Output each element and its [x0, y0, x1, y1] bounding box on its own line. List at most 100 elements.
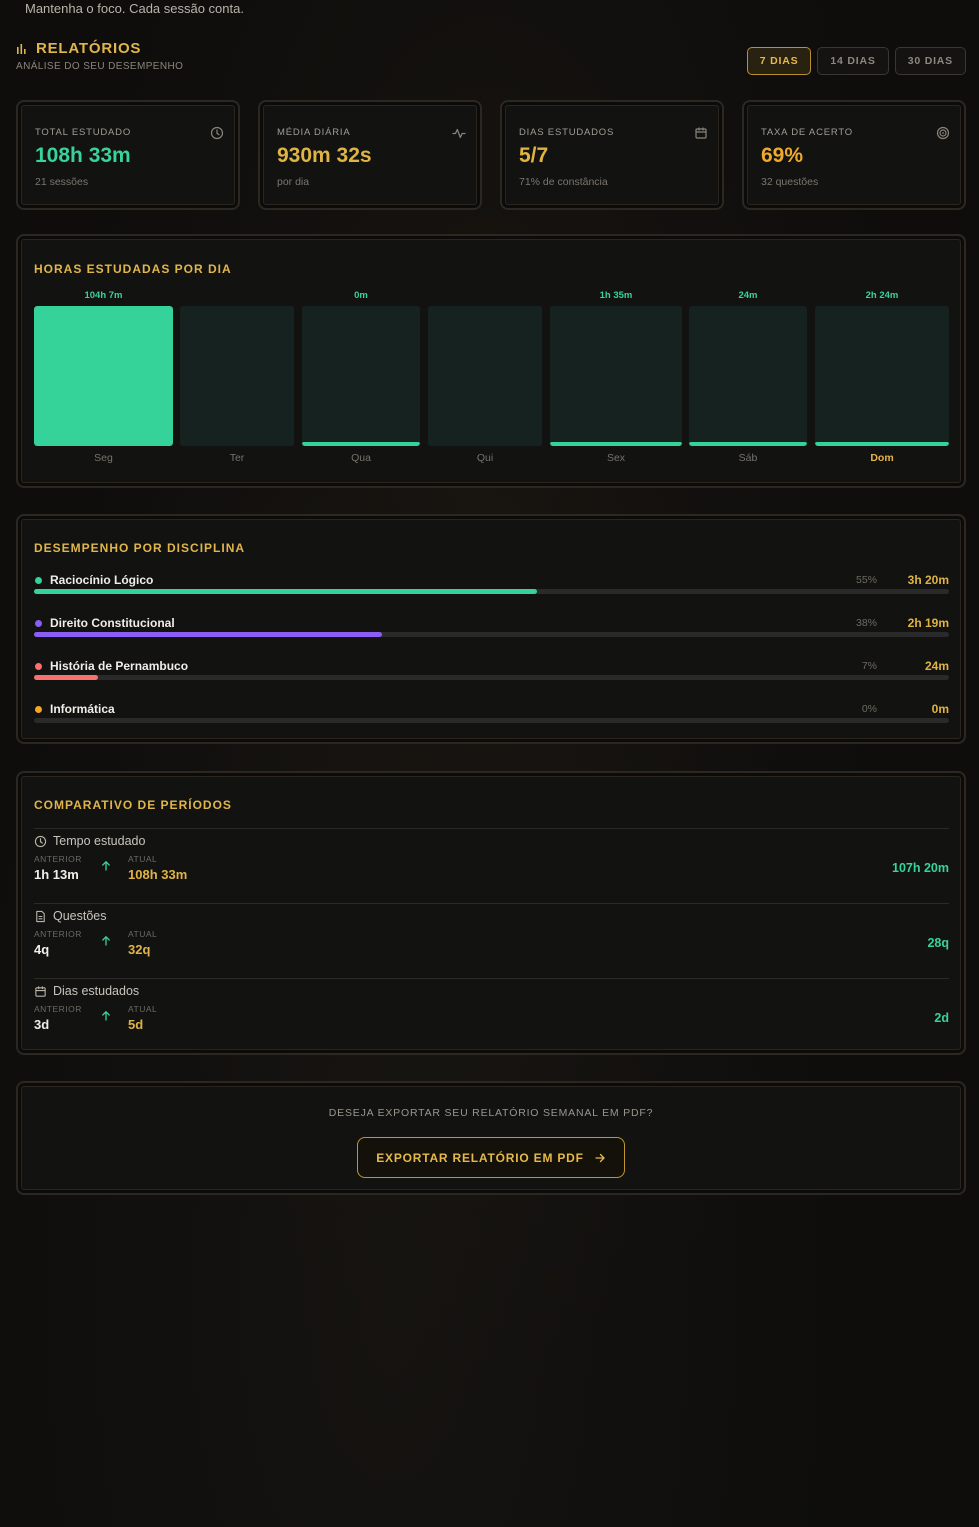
current-value: 32q — [128, 942, 151, 957]
arrow-up-icon — [102, 935, 110, 946]
bar-fill — [302, 442, 420, 446]
discipline-progress-track — [34, 675, 949, 680]
previous-value: 4q — [34, 942, 50, 957]
previous-label: ANTERIOR — [34, 1004, 82, 1014]
discipline-progress-track — [34, 718, 949, 723]
bar-value-label: 2h 24m — [865, 290, 899, 301]
bar-day-label: Ter — [229, 452, 245, 464]
stat-label: DIAS ESTUDADOS — [519, 127, 615, 138]
discipline-time: 3h 20m — [907, 573, 949, 587]
bar-day-1: Ter — [180, 290, 294, 468]
stat-value: 108h 33m — [35, 144, 131, 167]
previous-label: ANTERIOR — [34, 929, 82, 939]
discipline-row: História de Pernambuco 7% 24m — [34, 659, 949, 689]
export-card: DESEJA EXPORTAR SEU RELATÓRIO SEMANAL EM… — [16, 1081, 966, 1195]
stat-card-average: MÉDIA DIÁRIA 930m 32s por dia — [258, 100, 482, 210]
discipline-name: Informática — [50, 702, 115, 716]
comparison-row-time: Tempo estudado ANTERIOR 1h 13m ATUAL 108… — [34, 828, 949, 903]
stat-sub: 71% de constância — [519, 176, 608, 188]
hours-bar-chart: 104h 7m Seg Ter 0m Qua Qui 1h 35m Sex 24m Sáb 2h 2… — [34, 290, 949, 468]
discipline-time: 0m — [931, 702, 949, 716]
discipline-progress-track — [34, 589, 949, 594]
stat-label: TAXA DE ACERTO — [761, 127, 853, 138]
current-label: ATUAL — [128, 1004, 158, 1014]
hours-chart-title: HORAS ESTUDADAS POR DIA — [34, 262, 232, 276]
bar-value-label: 24m — [738, 290, 758, 301]
comparison-card: COMPARATIVO DE PERÍODOS Tempo estudado A… — [16, 771, 966, 1055]
bar-day-6: 2h 24m Dom — [815, 290, 949, 468]
discipline-row: Informática 0% 0m — [34, 702, 949, 732]
bar-track — [428, 306, 542, 446]
bar-day-label: Qua — [351, 452, 371, 464]
current-value: 5d — [128, 1017, 144, 1032]
stat-card-days: DIAS ESTUDADOS 5/7 71% de constância — [500, 100, 724, 210]
discipline-name: Direito Constitucional — [50, 616, 175, 630]
discipline-percent: 0% — [861, 703, 877, 715]
discipline-card: DESEMPENHO POR DISCIPLINA Raciocínio Lóg… — [16, 514, 966, 744]
bar-track — [180, 306, 294, 446]
discipline-dot — [35, 577, 42, 584]
bar-value-label: 0m — [354, 290, 368, 301]
bar-fill — [815, 442, 949, 446]
current-label: ATUAL — [128, 854, 158, 864]
clock-icon — [210, 126, 224, 140]
bar-chart-icon — [17, 44, 26, 54]
comparison-row-days: Dias estudados ANTERIOR 3d ATUAL 5d 2d — [34, 978, 949, 1053]
bar-day-2: 0m Qua — [302, 290, 420, 468]
stat-sub: 21 sessões — [35, 176, 89, 188]
range-30-days-button[interactable]: 30 DIAS — [894, 47, 966, 75]
difference-value: 2d — [934, 1011, 949, 1025]
discipline-percent: 7% — [861, 660, 877, 672]
export-question: DESEJA EXPORTAR SEU RELATÓRIO SEMANAL EM… — [328, 1107, 654, 1119]
bar-value-label: 104h 7m — [84, 290, 123, 301]
previous-value: 1h 13m — [34, 867, 79, 882]
page-header: RELATÓRIOS ANÁLISE DO SEU DESEMPENHO — [16, 40, 183, 72]
comparison-row-questions: Questões ANTERIOR 4q ATUAL 32q 28q — [34, 903, 949, 978]
discipline-row: Direito Constitucional 38% 2h 19m — [34, 616, 949, 646]
export-pdf-button[interactable]: EXPORTAR RELATÓRIO EM PDF — [357, 1137, 625, 1178]
stat-card-total: TOTAL ESTUDADO 108h 33m 21 sessões — [16, 100, 240, 210]
page-subtitle: ANÁLISE DO SEU DESEMPENHO — [16, 61, 184, 72]
bar-day-label: Sex — [606, 452, 626, 464]
bar-day-label: Seg — [94, 452, 113, 464]
motto-text: Mantenha o foco. Cada sessão conta. — [25, 1, 244, 16]
discipline-progress-fill — [34, 589, 538, 594]
stat-card-accuracy: TAXA DE ACERTO 69% 32 questões — [742, 100, 966, 210]
arrow-up-icon — [102, 860, 110, 871]
document-icon — [36, 910, 45, 922]
discipline-dot — [35, 620, 42, 627]
difference-value: 28q — [927, 936, 949, 950]
stat-value: 930m 32s — [277, 144, 372, 167]
range-14-days-button[interactable]: 14 DIAS — [817, 47, 889, 75]
stat-label: TOTAL ESTUDADO — [35, 127, 132, 138]
discipline-percent: 55% — [855, 574, 877, 586]
bar-day-label: Sáb — [738, 452, 758, 464]
discipline-row: Raciocínio Lógico 55% 3h 20m — [34, 573, 949, 603]
range-selector: 7 DIAS 14 DIAS 30 DIAS — [746, 47, 966, 75]
calendar-icon — [35, 985, 46, 997]
arrow-right-icon — [595, 1153, 605, 1162]
bar-track — [34, 306, 173, 446]
discipline-dot — [35, 706, 42, 713]
bar-day-3: Qui — [428, 290, 542, 468]
bar-fill — [689, 442, 807, 446]
difference-value: 107h 20m — [892, 861, 949, 875]
comparison-label: Tempo estudado — [53, 834, 146, 848]
bar-value-label: 1h 35m — [599, 290, 633, 301]
comparison-title: COMPARATIVO DE PERÍODOS — [34, 798, 232, 812]
previous-label: ANTERIOR — [34, 854, 82, 864]
page-title: RELATÓRIOS — [36, 40, 142, 57]
stat-value: 69% — [761, 144, 804, 167]
previous-value: 3d — [34, 1017, 50, 1032]
comparison-label: Dias estudados — [53, 984, 140, 998]
bar-day-5: 24m Sáb — [689, 290, 807, 468]
current-value: 108h 33m — [128, 867, 188, 882]
bar-fill — [34, 306, 173, 446]
bar-day-0: 104h 7m Seg — [34, 290, 173, 468]
current-label: ATUAL — [128, 929, 158, 939]
bar-track — [550, 306, 682, 446]
calendar-icon — [695, 127, 707, 139]
bar-fill — [550, 442, 682, 446]
range-7-days-button[interactable]: 7 DIAS — [746, 47, 812, 75]
discipline-progress-fill — [34, 632, 382, 637]
